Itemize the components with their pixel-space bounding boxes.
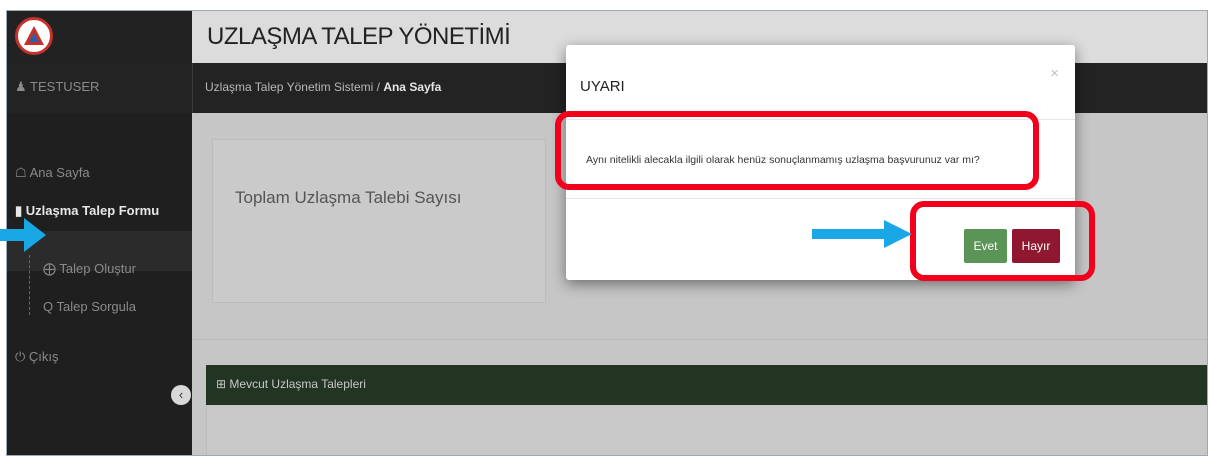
username: TESTUSER	[30, 79, 100, 94]
divider	[192, 339, 1207, 340]
document-icon: ▮	[15, 203, 23, 218]
message-highlight-box	[555, 111, 1039, 190]
panel-body	[206, 405, 1207, 455]
sidebar-item-talep-olustur[interactable]: ⨁ Talep Oluştur	[43, 261, 136, 277]
table-icon: ⊞	[216, 377, 227, 391]
logo-area	[7, 11, 192, 63]
app-window: UZLAŞMA TALEP YÖNETİMİ ♟ TESTUSER Uzlaşm…	[6, 10, 1208, 456]
plus-circle-icon: ⨁	[43, 261, 56, 276]
sidebar-item-label: Ana Sayfa	[29, 165, 90, 180]
sidebar-arrow-icon	[0, 218, 46, 252]
close-icon[interactable]: ×	[1050, 65, 1059, 82]
sidebar: ☖ Ana Sayfa ▮ Uzlaşma Talep Formu ⨁ Tale…	[7, 113, 192, 455]
panel-title: ⊞ Mevcut Uzlaşma Talepleri	[216, 377, 366, 391]
sidebar-item-label: Talep Sorgula	[56, 299, 137, 314]
divider	[192, 63, 193, 113]
divider	[566, 198, 1075, 199]
sidebar-item-cikis[interactable]: ⏻ Çıkış	[15, 349, 59, 365]
logo-triangle-icon	[24, 26, 44, 45]
sidebar-item-talep-sorgula[interactable]: Q Talep Sorgula	[43, 299, 136, 314]
sidebar-item-uzlasma-talep-formu[interactable]: ▮ Uzlaşma Talep Formu	[15, 203, 159, 219]
dialog-title: UYARI	[580, 78, 625, 95]
sidebar-item-label: Talep Oluştur	[59, 261, 136, 276]
breadcrumb: Uzlaşma Talep Yönetim Sistemi / Ana Sayf…	[205, 80, 441, 94]
user-icon: ♟	[15, 79, 27, 94]
sidebar-item-ana-sayfa[interactable]: ☖ Ana Sayfa	[15, 165, 90, 181]
button-arrow-icon	[812, 220, 912, 248]
panel-title-text: Mevcut Uzlaşma Talepleri	[229, 377, 366, 391]
chevron-left-icon[interactable]: ‹	[171, 385, 191, 405]
app-logo[interactable]	[15, 17, 53, 55]
user-menu[interactable]: ♟ TESTUSER	[15, 79, 99, 95]
breadcrumb-root[interactable]: Uzlaşma Talep Yönetim Sistemi /	[205, 80, 380, 94]
tree-connector	[29, 255, 30, 315]
power-icon: ⏻	[15, 349, 26, 364]
search-icon: Q	[43, 299, 54, 314]
stat-card: Toplam Uzlaşma Talebi Sayısı	[212, 139, 546, 303]
home-icon: ☖	[15, 165, 27, 180]
sidebar-item-label: Çıkış	[28, 349, 59, 364]
card-title: Toplam Uzlaşma Talebi Sayısı	[235, 188, 462, 207]
buttons-highlight-box	[910, 201, 1095, 281]
breadcrumb-current: Ana Sayfa	[383, 80, 442, 94]
panel-header: ⊞ Mevcut Uzlaşma Talepleri	[206, 365, 1207, 405]
sidebar-item-label: Uzlaşma Talep Formu	[25, 203, 160, 218]
app-title: UZLAŞMA TALEP YÖNETİMİ	[207, 23, 511, 50]
